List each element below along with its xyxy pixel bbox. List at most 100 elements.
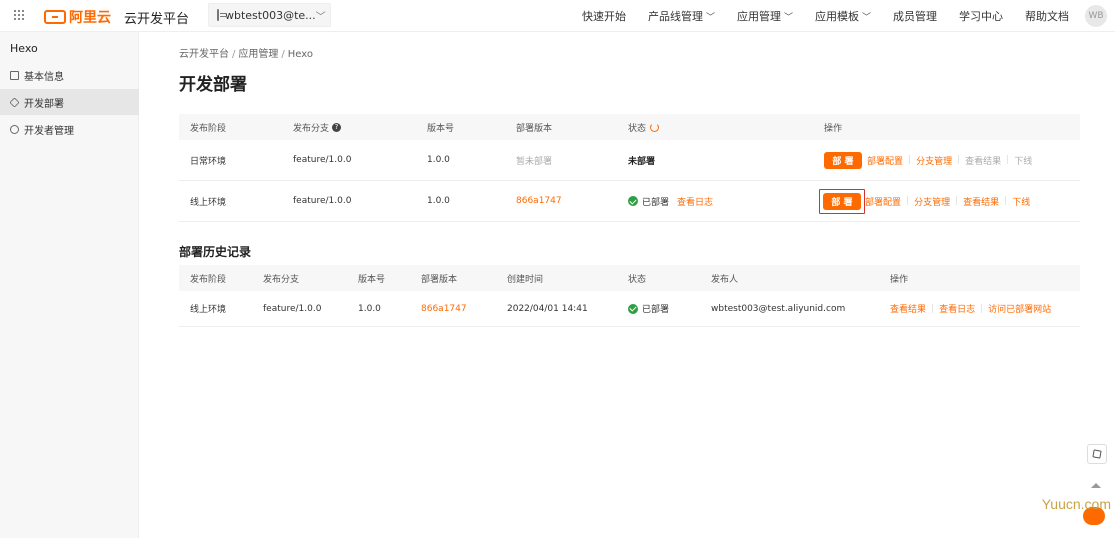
- aliyun-logo[interactable]: 阿里云: [44, 7, 111, 27]
- table-header: 发布阶段 发布分支? 版本号 部署版本 状态 操作: [179, 114, 1080, 140]
- platform-title: 云开发平台: [124, 12, 190, 27]
- chevron-up-icon: [1091, 482, 1101, 488]
- deploy-button-highlight: 部 署: [819, 188, 865, 214]
- cell-status: 已部署 查看日志: [628, 181, 713, 221]
- header-branch: 发布分支?: [293, 114, 342, 140]
- sidebar-item-label: 开发者管理: [24, 125, 74, 137]
- cell-deploy-version[interactable]: 866a1747: [516, 181, 562, 221]
- back-to-top-button[interactable]: [1087, 480, 1105, 490]
- cube-icon: [9, 96, 20, 108]
- history-table: 发布阶段 发布分支 版本号 部署版本 创建时间 状态 发布人 操作 线上环境 f…: [179, 265, 1080, 327]
- deploy-table: 发布阶段 发布分支? 版本号 部署版本 状态 操作 日常环境 feature/1…: [179, 114, 1080, 222]
- nav-app-templates[interactable]: 应用模板 ﹀: [815, 8, 871, 24]
- cell-version: 1.0.0: [358, 303, 381, 314]
- breadcrumb-platform[interactable]: 云开发平台: [179, 49, 229, 60]
- nav-quick-start[interactable]: 快速开始: [582, 8, 626, 24]
- header-branch: 发布分支: [263, 274, 300, 285]
- header-ops: 操作: [890, 274, 909, 285]
- breadcrumb-app-management[interactable]: 应用管理: [238, 49, 278, 60]
- app-grid-icon[interactable]: [14, 10, 26, 22]
- nav-help-docs[interactable]: 帮助文档: [1025, 8, 1069, 24]
- cell-ops: 部 署 部署配置 | 分支管理 | 查看结果 | 下线: [819, 181, 1030, 221]
- sidebar: Hexo 基本信息 开发部署 开发者管理: [0, 32, 139, 538]
- cell-branch: feature/1.0.0: [293, 155, 352, 165]
- header-publisher: 发布人: [711, 274, 739, 285]
- deploy-button[interactable]: 部 署: [824, 151, 862, 169]
- cell-deploy-version[interactable]: 866a1747: [421, 291, 467, 326]
- nav-product-line[interactable]: 产品线管理 ﹀: [648, 8, 715, 24]
- table-row: 线上环境 feature/1.0.0 1.0.0 866a1747 已部署 查看…: [179, 181, 1080, 222]
- top-nav: 快速开始 产品线管理 ﹀ 应用管理 ﹀ 应用模板 ﹀ 成员管理 学习中心 帮助文档: [560, 0, 1069, 32]
- chevron-down-icon: ﹀: [315, 11, 326, 23]
- cell-stage: 线上环境: [190, 197, 227, 208]
- check-circle-icon: [628, 303, 638, 314]
- account-icon: [217, 9, 226, 21]
- cell-stage: 日常环境: [190, 156, 227, 167]
- header-ops: 操作: [824, 123, 843, 134]
- cell-publisher: wbtest003@test.aliyunid.com: [711, 303, 846, 314]
- account-label: wbtest003@te...: [225, 8, 316, 22]
- header-deploy-version: 部署版本: [516, 123, 553, 134]
- sidebar-item-label: 开发部署: [24, 98, 64, 110]
- branch-management-link[interactable]: 分支管理: [914, 195, 950, 208]
- view-log-link[interactable]: 查看日志: [677, 195, 713, 208]
- header-status: 状态: [628, 274, 647, 285]
- header-stage: 发布阶段: [190, 123, 227, 134]
- user-icon: [10, 124, 19, 134]
- cell-ops: 查看结果 | 查看日志 | 访问已部署网站: [890, 302, 1052, 316]
- cell-version: 1.0.0: [427, 196, 450, 206]
- nav-members[interactable]: 成员管理: [893, 8, 937, 24]
- deploy-button[interactable]: 部 署: [823, 192, 861, 210]
- cell-status: 未部署: [628, 156, 656, 167]
- nav-app-management[interactable]: 应用管理 ﹀: [737, 8, 793, 24]
- help-icon[interactable]: ?: [332, 122, 342, 132]
- refresh-icon[interactable]: [650, 122, 660, 132]
- view-result-link[interactable]: 查看结果: [963, 195, 999, 208]
- offline-link: 下线: [1014, 156, 1033, 167]
- chevron-down-icon: ﹀: [861, 12, 871, 23]
- breadcrumb: 云开发平台 / 应用管理 / Hexo: [179, 49, 313, 60]
- sidebar-item-dev-deploy[interactable]: 开发部署: [0, 89, 139, 115]
- cell-stage: 线上环境: [190, 305, 227, 315]
- sidebar-item-basic-info[interactable]: 基本信息: [0, 62, 139, 88]
- status-text: 已部署: [642, 305, 670, 315]
- feedback-button[interactable]: [1087, 444, 1107, 464]
- cell-branch: feature/1.0.0: [293, 196, 352, 206]
- check-circle-icon: [628, 196, 638, 206]
- history-title: 部署历史记录: [179, 245, 252, 259]
- view-result-link[interactable]: 查看结果: [890, 302, 926, 315]
- watermark: Yuucn.com: [1041, 496, 1111, 512]
- account-select[interactable]: wbtest003@te... ﹀: [208, 3, 331, 27]
- header-created: 创建时间: [507, 274, 544, 285]
- sidebar-item-developers[interactable]: 开发者管理: [0, 116, 139, 142]
- sidebar-app-name: Hexo: [10, 42, 38, 55]
- deploy-config-link[interactable]: 部署配置: [867, 154, 903, 167]
- chevron-down-icon: ﹀: [783, 12, 793, 23]
- offline-link[interactable]: 下线: [1012, 195, 1030, 208]
- header-stage: 发布阶段: [190, 274, 227, 285]
- visit-site-link[interactable]: 访问已部署网站: [988, 302, 1051, 315]
- cell-created: 2022/04/01 14:41: [507, 303, 588, 314]
- branch-management-link[interactable]: 分支管理: [916, 154, 952, 167]
- document-icon: [10, 70, 19, 80]
- avatar[interactable]: WB: [1085, 5, 1107, 27]
- cell-deploy-version: 暂未部署: [516, 156, 553, 167]
- cell-version: 1.0.0: [427, 155, 450, 165]
- table-row: 线上环境 feature/1.0.0 1.0.0 866a1747 2022/0…: [179, 291, 1080, 327]
- cell-ops: 部 署 部署配置 | 分支管理 | 查看结果 | 下线: [824, 140, 1032, 180]
- breadcrumb-current: Hexo: [287, 49, 313, 60]
- deploy-config-link[interactable]: 部署配置: [865, 195, 901, 208]
- logo-text: 阿里云: [69, 10, 111, 26]
- table-header: 发布阶段 发布分支 版本号 部署版本 创建时间 状态 发布人 操作: [179, 265, 1080, 291]
- header-version: 版本号: [427, 123, 455, 134]
- status-text: 已部署: [642, 197, 670, 208]
- cell-branch: feature/1.0.0: [263, 303, 322, 314]
- table-row: 日常环境 feature/1.0.0 1.0.0 暂未部署 未部署 部 署 部署…: [179, 140, 1080, 181]
- aliyun-logo-icon: [44, 10, 66, 24]
- edit-icon: [1092, 449, 1102, 459]
- nav-learning[interactable]: 学习中心: [959, 8, 1003, 24]
- chevron-down-icon: ﹀: [705, 12, 715, 23]
- view-result-link: 查看结果: [965, 156, 1002, 167]
- cell-status: 已部署: [628, 291, 669, 326]
- view-log-link[interactable]: 查看日志: [939, 302, 975, 315]
